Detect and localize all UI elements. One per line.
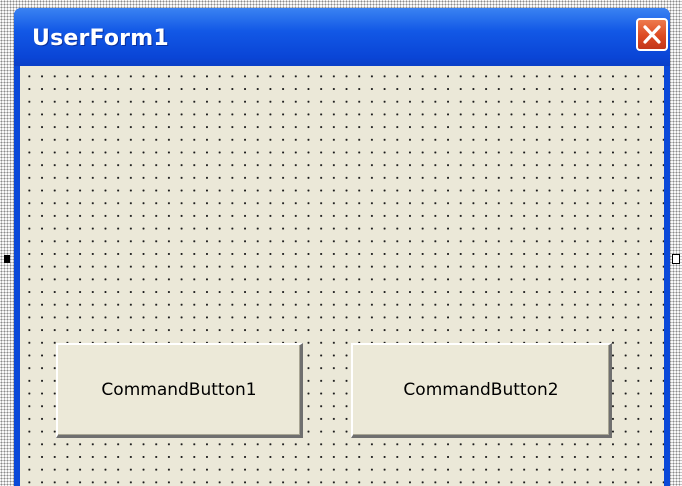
- resize-handle-left[interactable]: [4, 255, 10, 263]
- command-button-1[interactable]: CommandButton1: [56, 343, 303, 438]
- command-button-2[interactable]: CommandButton2: [351, 343, 612, 438]
- close-icon: [643, 25, 661, 44]
- window-title: UserForm1: [32, 26, 169, 51]
- userform-window: UserForm1 CommandButton1 CommandButton2: [14, 8, 670, 486]
- close-button[interactable]: [636, 18, 668, 51]
- title-bar[interactable]: UserForm1: [14, 8, 670, 66]
- resize-handle-right[interactable]: [672, 254, 680, 264]
- form-client-area[interactable]: CommandButton1 CommandButton2: [20, 66, 664, 486]
